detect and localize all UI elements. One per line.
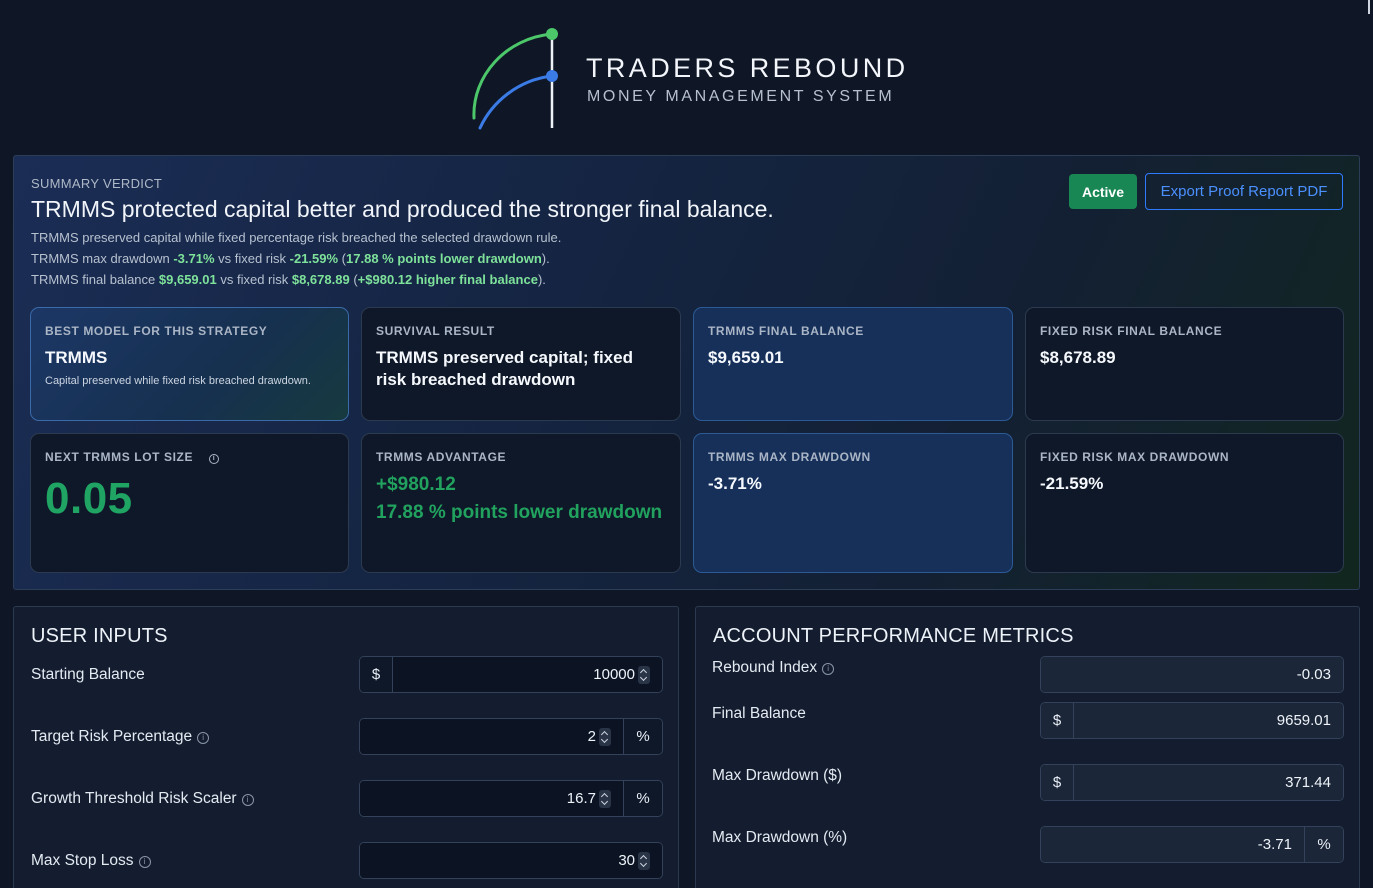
max-drawdown-dollar-label: Max Drawdown ($) [712,767,843,784]
trmms-max-drawdown-value: -3.71% [708,474,762,493]
active-button[interactable]: Active [1069,174,1137,209]
summary-verdict-panel: SUMMARY VERDICT TRMMS protected capital … [13,155,1360,590]
starting-balance-input[interactable]: 10000 [393,657,662,692]
target-risk-input[interactable]: 2 [360,719,623,754]
account-performance-title: ACCOUNT PERFORMANCE METRICS [713,625,1074,647]
number-spinner-icon[interactable] [599,789,611,808]
max-drawdown-dollar-field: $ 371.44 [1040,764,1344,801]
best-model-value: TRMMS [45,348,108,367]
logo-icon [472,28,558,130]
currency-prefix: $ [1041,703,1074,738]
max-drawdown-pct-value: -3.71 [1041,827,1304,862]
trmms-max-drawdown-label: TRMMS MAX DRAWDOWN [708,450,871,464]
percent-suffix: % [1304,827,1343,862]
max-drawdown-pct-label: Max Drawdown (%) [712,829,848,846]
growth-scaler-label: Growth Threshold Risk Scaler i [31,790,254,808]
max-drawdown-pct-field: -3.71 % [1040,826,1344,863]
next-lot-size-card: NEXT TRMMS LOT SIZE i 0.05 [30,433,349,573]
summary-line-2: TRMMS max drawdown -3.71% vs fixed risk … [31,251,550,266]
currency-prefix: $ [360,657,393,692]
final-balance-field: $ 9659.01 [1040,702,1344,739]
rebound-index-field: -0.03 [1040,656,1344,693]
survival-result-label: SURVIVAL RESULT [376,324,495,338]
number-spinner-icon[interactable] [638,851,650,870]
summary-label: SUMMARY VERDICT [31,176,163,191]
rebound-index-label: Rebound Index i [712,659,835,677]
summary-headline: TRMMS protected capital better and produ… [31,196,774,222]
max-stop-loss-label: Max Stop Loss i [31,852,151,870]
fixed-risk-max-drawdown-card: FIXED RISK MAX DRAWDOWN -21.59% [1025,433,1344,573]
max-stop-loss-input[interactable]: 30 [360,843,662,878]
final-balance-label: Final Balance [712,705,806,722]
info-icon[interactable]: i [197,732,210,744]
fixed-risk-max-drawdown-label: FIXED RISK MAX DRAWDOWN [1040,450,1230,464]
next-lot-size-value: 0.05 [45,474,133,523]
brand-subtitle: MONEY MANAGEMENT SYSTEM [587,88,895,105]
percent-suffix: % [623,781,662,816]
export-proof-report-button[interactable]: Export Proof Report PDF [1145,173,1343,210]
number-spinner-icon[interactable] [599,727,611,746]
header: TRADERS REBOUND MONEY MANAGEMENT SYSTEM [0,0,1373,150]
max-drawdown-dollar-value: 371.44 [1074,765,1343,800]
growth-scaler-input[interactable]: 16.7 [360,781,623,816]
next-lot-size-label: NEXT TRMMS LOT SIZE i [45,450,334,464]
brand-title: TRADERS REBOUND [586,53,909,83]
survival-result-card: SURVIVAL RESULT TRMMS preserved capital;… [361,307,681,421]
fixed-risk-final-balance-label: FIXED RISK FINAL BALANCE [1040,324,1223,338]
info-icon[interactable]: i [241,794,254,806]
fixed-risk-final-balance-value: $8,678.89 [1040,348,1116,367]
starting-balance-label: Starting Balance [31,666,145,683]
final-balance-value: 9659.01 [1074,703,1343,738]
max-stop-loss-field[interactable]: 30 [359,842,663,879]
best-model-note: Capital preserved while fixed risk breac… [45,375,311,387]
growth-scaler-field[interactable]: 16.7 % [359,780,663,817]
user-inputs-panel: USER INPUTS Starting Balance $ 10000 Tar… [13,606,679,888]
trmms-final-balance-card: TRMMS FINAL BALANCE $9,659.01 [693,307,1013,421]
trmms-final-balance-value: $9,659.01 [708,348,784,367]
summary-line-1: TRMMS preserved capital while fixed perc… [31,230,562,245]
starting-balance-field[interactable]: $ 10000 [359,656,663,693]
info-icon[interactable]: i [209,454,220,464]
target-risk-field[interactable]: 2 % [359,718,663,755]
currency-prefix: $ [1041,765,1074,800]
fixed-risk-final-balance-card: FIXED RISK FINAL BALANCE $8,678.89 [1025,307,1344,421]
rebound-index-value: -0.03 [1041,657,1343,692]
percent-suffix: % [623,719,662,754]
summary-line-3: TRMMS final balance $9,659.01 vs fixed r… [31,272,546,287]
info-icon[interactable]: i [138,856,151,868]
fixed-risk-max-drawdown-value: -21.59% [1040,474,1104,493]
info-icon[interactable]: i [822,663,835,675]
target-risk-label: Target Risk Percentage i [31,728,210,746]
number-spinner-icon[interactable] [638,665,650,684]
trmms-advantage-value: +$980.12 17.88 % points lower drawdown [376,474,663,523]
best-model-label: BEST MODEL FOR THIS STRATEGY [45,324,268,338]
trmms-advantage-label: TRMMS ADVANTAGE [376,450,507,464]
survival-result-value: TRMMS preserved capital; fixed risk brea… [376,348,633,389]
account-performance-panel: ACCOUNT PERFORMANCE METRICS Rebound Inde… [695,606,1360,888]
user-inputs-title: USER INPUTS [31,625,168,647]
trmms-final-balance-label: TRMMS FINAL BALANCE [708,324,864,338]
trmms-advantage-card: TRMMS ADVANTAGE +$980.12 17.88 % points … [361,433,681,573]
trmms-max-drawdown-card: TRMMS MAX DRAWDOWN -3.71% [693,433,1013,573]
best-model-card: BEST MODEL FOR THIS STRATEGY TRMMS Capit… [30,307,349,421]
